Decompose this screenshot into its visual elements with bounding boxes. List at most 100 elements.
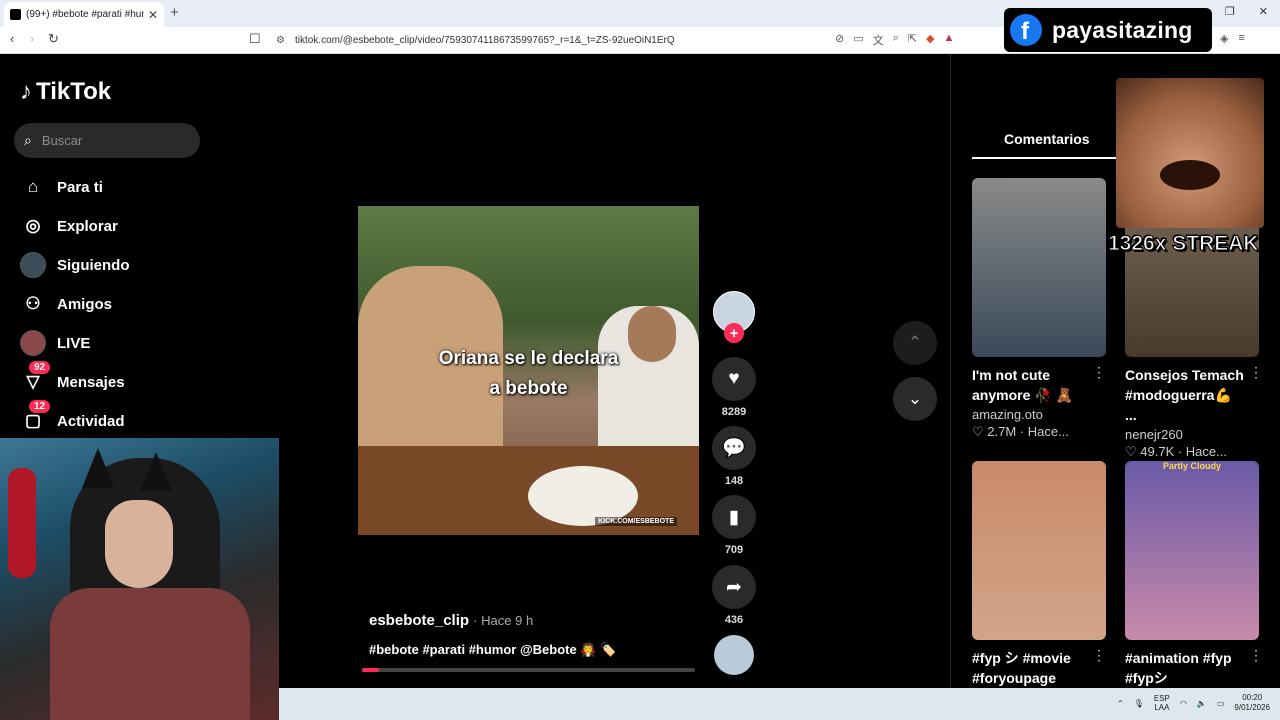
author-name[interactable]: esbebote_clip <box>369 612 469 629</box>
streamer-face <box>105 500 173 588</box>
vpn-icon[interactable]: ◈ <box>1220 32 1228 45</box>
no-tracking-icon[interactable]: ⊘ <box>835 32 844 48</box>
previous-video-button[interactable]: ⌃ <box>893 321 937 365</box>
sidebar-item-label: Amigos <box>57 295 113 313</box>
card-title: I'm not cute anymore 🥀 🧸 <box>972 367 1074 403</box>
video-thumbnail <box>972 178 1106 357</box>
menu-icon[interactable]: ≡ <box>1238 32 1244 45</box>
language-indicator[interactable]: ESP LAA <box>1154 694 1170 712</box>
url-text: tiktok.com/@esbebote_clip/video/75930741… <box>294 34 675 46</box>
video-progress-bar[interactable] <box>362 668 695 672</box>
live-avatar <box>20 330 46 356</box>
card-stats: ♡ 49.7K · Hace... <box>1125 444 1227 459</box>
streak-counter: 1326x STREAK <box>1108 232 1260 256</box>
wifi-icon[interactable]: ◠ <box>1180 699 1187 708</box>
facebook-overlay: f payasitazing <box>1004 8 1212 52</box>
clock-time: 00:20 <box>1242 693 1263 702</box>
more-options-icon[interactable]: ⋮ <box>1249 647 1263 664</box>
video-player[interactable]: Oriana se le declara a bebote KICK.COM/E… <box>358 206 699 535</box>
share-icon[interactable]: ⇱ <box>908 32 917 48</box>
like-button[interactable]: ♥ <box>712 357 756 401</box>
zoom-icon[interactable]: ⌕ <box>893 32 899 48</box>
friends-icon: ⚇ <box>25 294 41 313</box>
progress-fill <box>362 668 379 672</box>
close-tab-icon[interactable]: ✕ <box>148 8 158 22</box>
more-options-icon[interactable]: ⋮ <box>1249 364 1263 381</box>
video-author[interactable]: esbebote_clip · Hace 9 h <box>369 612 533 629</box>
chevron-up-tray-icon[interactable]: ⌃ <box>1117 699 1124 708</box>
new-tab-button[interactable]: + <box>170 4 179 21</box>
sidebar-item-live[interactable]: LIVE <box>20 330 90 356</box>
activity-icon: ▢ 12 <box>20 400 51 434</box>
streamer-jacket <box>50 588 250 720</box>
logo-text: TikTok <box>36 78 112 105</box>
comment-icon: 💬 <box>722 438 746 459</box>
tab-comentarios[interactable]: Comentarios <box>1004 131 1090 147</box>
sidebar-item-mensajes[interactable]: ▽ 92 Mensajes <box>20 361 125 395</box>
tiktok-note-icon: ♪ <box>20 78 32 105</box>
microphone-icon[interactable]: 🎙 <box>1134 699 1144 708</box>
related-video-card[interactable]: #fyp シ #movie #foryoupage ⋮ <box>972 461 1106 688</box>
sidebar-item-explorar[interactable]: ◎ Explorar <box>20 213 118 239</box>
translate-icon[interactable]: 文 <box>873 32 884 48</box>
sidebar-item-para-ti[interactable]: ⌂ Para ti <box>20 174 103 200</box>
reload-icon[interactable]: ↻ <box>48 31 59 47</box>
card-stats: ♡ 2.7M · Hace... <box>972 424 1069 439</box>
sidebar-item-label: Actividad <box>57 412 125 430</box>
back-icon[interactable]: ‹ <box>10 31 14 46</box>
card-title: #fyp シ #movie #foryoupage <box>972 650 1071 686</box>
heart-icon: ♥ <box>728 368 740 389</box>
card-title: #animation #fyp #fypシ <box>1125 650 1232 686</box>
video-hashtags[interactable]: #bebote #parati #humor @Bebote 🧛 🏷️ <box>369 642 616 658</box>
tiktok-logo[interactable]: ♪ TikTok <box>20 78 111 106</box>
sidebar-item-actividad[interactable]: ▢ 12 Actividad <box>20 400 125 434</box>
cat-ear-right <box>140 452 172 490</box>
sidebar-item-label: Mensajes <box>57 373 125 391</box>
share-button[interactable]: ➦ <box>712 565 756 609</box>
sidebar-item-label: Explorar <box>57 217 118 235</box>
home-icon: ⌂ <box>27 177 39 196</box>
follow-plus-icon[interactable]: + <box>724 323 744 343</box>
comment-button[interactable]: 💬 <box>712 426 756 470</box>
lang-layout: LAA <box>1154 703 1170 712</box>
search-icon: ⌕ <box>24 132 32 148</box>
site-settings-icon[interactable]: ⚙ <box>276 35 285 46</box>
next-video-button[interactable]: ⌄ <box>893 377 937 421</box>
maximize-icon[interactable]: ❐ <box>1225 5 1235 18</box>
cast-icon[interactable]: ▭ <box>853 32 863 48</box>
next-video-avatar[interactable] <box>714 635 754 675</box>
card-user: amazing.oto <box>972 407 1043 422</box>
forward-icon[interactable]: › <box>30 31 34 46</box>
brave-shield-icon[interactable]: ◆ <box>926 32 934 48</box>
clock[interactable]: 00:20 9/01/2026 <box>1234 693 1270 713</box>
more-options-icon[interactable]: ⋮ <box>1092 364 1106 381</box>
sidebar-item-amigos[interactable]: ⚇ Amigos <box>20 291 112 317</box>
sidebar-item-siguiendo[interactable]: Siguiendo <box>20 252 130 278</box>
card-title: Consejos Temach #modoguerra💪 ... <box>1125 367 1244 423</box>
post-time: · Hace 9 h <box>473 613 534 628</box>
activity-badge: 12 <box>29 400 51 413</box>
lang-code: ESP <box>1153 694 1170 703</box>
video-thumbnail <box>972 461 1106 640</box>
streak-face-image <box>1116 78 1264 228</box>
related-video-card[interactable]: Partly Cloudy #animation #fyp #fypシ ⋮ <box>1125 461 1263 688</box>
webcam-overlay <box>0 438 279 720</box>
chevron-down-icon: ⌄ <box>907 389 923 408</box>
caption-line-1: Oriana se le declara <box>438 348 619 369</box>
sidebar-item-label: LIVE <box>57 334 91 352</box>
bookmark-icon: ▮ <box>728 506 740 528</box>
system-tray: ⌃ 🎙 ESP LAA ◠ 🔈 ▭ 00:20 9/01/2026 <box>1117 693 1270 713</box>
streak-face-mouth <box>1160 160 1220 190</box>
battery-icon[interactable]: ▭ <box>1217 699 1225 708</box>
search-placeholder: Buscar <box>41 133 83 148</box>
related-video-card[interactable]: I'm not cute anymore 🥀 🧸 amazing.oto ♡ 2… <box>972 178 1106 440</box>
browser-tab[interactable]: (99+) #bebote #parati #humor @… ✕ <box>4 2 164 27</box>
rewards-icon[interactable]: ▲ <box>943 32 954 48</box>
messages-badge: 92 <box>29 361 51 374</box>
volume-icon[interactable]: 🔈 <box>1197 699 1207 708</box>
more-options-icon[interactable]: ⋮ <box>1092 647 1106 664</box>
save-button[interactable]: ▮ <box>712 495 756 539</box>
bookmark-icon[interactable]: ☐ <box>249 31 261 47</box>
close-window-icon[interactable]: ✕ <box>1259 5 1268 18</box>
search-input[interactable]: ⌕ Buscar <box>14 123 200 158</box>
